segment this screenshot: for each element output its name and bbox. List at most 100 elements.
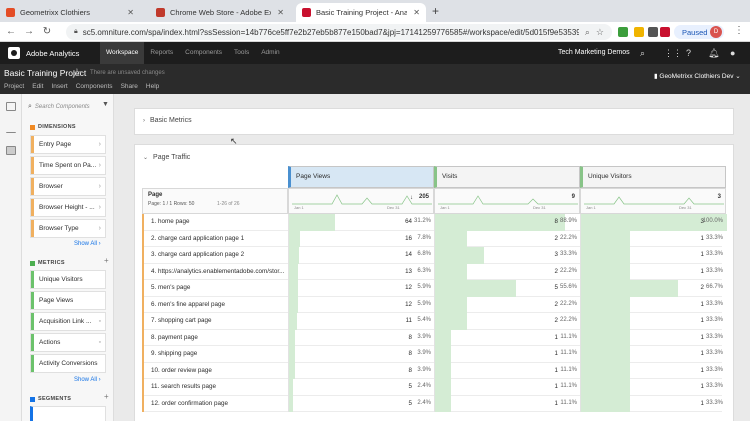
close-tab-icon[interactable]: ✕ <box>413 8 420 17</box>
menu-share[interactable]: Share <box>117 81 142 92</box>
panel-header[interactable]: › Basic Metrics <box>143 117 192 124</box>
favorite-star-icon[interactable]: ☆ <box>72 66 82 79</box>
visits-cell[interactable]: 1 11.1% <box>434 329 580 346</box>
menu-insert[interactable]: Insert <box>47 81 71 92</box>
table-row[interactable]: 10. order review page 8 3.9% 1 11.1% 1 33.3% <box>142 362 723 379</box>
extension-icon[interactable] <box>648 27 658 37</box>
segment-item[interactable] <box>30 406 106 421</box>
unique-visitors-cell[interactable]: 1 33.3% <box>580 296 726 313</box>
page-views-cell[interactable]: 13 6.3% <box>288 263 434 280</box>
page-views-cell[interactable]: 8 3.9% <box>288 329 434 346</box>
visits-cell[interactable]: 1 11.1% <box>434 379 580 396</box>
menu-help[interactable]: Help <box>142 81 163 92</box>
back-arrow-icon[interactable]: ← <box>2 26 20 37</box>
visits-cell[interactable]: 3 33.3% <box>434 247 580 264</box>
dimension-browser-type[interactable]: Browser Type › <box>30 219 106 238</box>
visits-cell[interactable]: 1 11.1% <box>434 395 580 412</box>
search-icon[interactable]: ⌕ <box>640 48 645 59</box>
browser-tab-geometrixx[interactable]: Geometrixx Clothiers ✕ <box>0 3 140 22</box>
table-row[interactable]: 2. charge card application page 1 16 7.8% 2… <box>142 230 723 247</box>
table-row[interactable]: 12. order confirmation page 5 2.4% 1 11.1% 1 3… <box>142 395 723 412</box>
visits-cell[interactable]: 5 55.6% <box>434 280 580 297</box>
menu-edit[interactable]: Edit <box>28 81 47 92</box>
new-tab-icon[interactable]: + <box>432 4 439 18</box>
filter-icon[interactable]: ▼ <box>102 101 109 108</box>
bookmark-star-icon[interactable]: ☆ <box>596 27 604 38</box>
visits-cell[interactable]: 2 22.2% <box>434 263 580 280</box>
dimension-browser-height[interactable]: Browser Height - ... › <box>30 198 106 217</box>
unique-visitors-cell[interactable]: 1 33.3% <box>580 346 726 363</box>
components-icon[interactable] <box>6 146 16 155</box>
reload-icon[interactable]: ↻ <box>38 26 56 37</box>
page-views-cell[interactable]: 64 31.2% <box>288 214 434 231</box>
search-icon[interactable]: ⌕ <box>585 27 590 38</box>
unique-visitors-cell[interactable]: 1 33.3% <box>580 230 726 247</box>
panel-header[interactable]: ⌄ Page Traffic <box>143 154 190 161</box>
menu-components[interactable]: Components <box>72 81 117 92</box>
chrome-menu-icon[interactable]: ⋮ <box>734 25 744 36</box>
org-name[interactable]: Tech Marketing Demos <box>558 42 630 64</box>
nav-reports[interactable]: Reports <box>144 42 179 64</box>
help-icon[interactable]: ? <box>686 48 691 58</box>
table-row[interactable]: 8. payment page 8 3.9% 1 11.1% 1 33.3% <box>142 329 723 346</box>
metric-page-views[interactable]: Page Views <box>30 291 106 310</box>
page-views-cell[interactable]: 5 2.4% <box>288 395 434 412</box>
metric-activity-conversions[interactable]: Activity Conversions <box>30 354 106 373</box>
notification-bell-icon[interactable]: 🔔︎ <box>708 48 719 59</box>
close-tab-icon[interactable]: ✕ <box>127 8 134 17</box>
browser-tab-chrome-web-store[interactable]: Chrome Web Store - Adobe Ex ✕ <box>150 3 290 22</box>
visualizations-icon[interactable] <box>6 124 16 133</box>
panels-icon[interactable] <box>6 102 16 111</box>
unique-visitors-cell[interactable]: 1 33.3% <box>580 313 726 330</box>
report-suite-selector[interactable]: ▮ GeoMetrixx Clothiers Dev ⌄ <box>654 72 741 80</box>
add-metric-icon[interactable]: + <box>104 256 109 265</box>
component-search-input[interactable]: ⌕ Search Components <box>28 101 106 113</box>
sort-desc-icon[interactable]: ↓ <box>410 195 413 201</box>
page-views-cell[interactable]: 11 5.4% <box>288 313 434 330</box>
add-segment-icon[interactable]: + <box>104 392 109 401</box>
table-row[interactable]: 3. charge card application page 2 14 6.8% 3… <box>142 247 723 264</box>
adobe-extension-icon[interactable] <box>660 27 670 37</box>
unique-visitors-cell[interactable]: 1 33.3% <box>580 395 726 412</box>
unique-visitors-cell[interactable]: 1 33.3% <box>580 247 726 264</box>
adobe-analytics-logo-icon[interactable] <box>8 47 20 59</box>
metric-unique-visitors[interactable]: Unique Visitors <box>30 270 106 289</box>
unique-visitors-cell[interactable]: 1 33.3% <box>580 329 726 346</box>
table-row[interactable]: 4. https://analytics.enablementadobe.com… <box>142 263 723 280</box>
close-tab-icon[interactable]: ✕ <box>277 8 284 17</box>
table-row[interactable]: 11. search results page 5 2.4% 1 11.1% 1 33.3% <box>142 379 723 396</box>
visits-cell[interactable]: 1 11.1% <box>434 346 580 363</box>
unique-visitors-cell[interactable]: 3 100.0% <box>580 214 727 231</box>
page-views-cell[interactable]: 8 3.9% <box>288 346 434 363</box>
page-views-cell[interactable]: 5 2.4% <box>288 379 434 396</box>
metric-acquisition-link[interactable]: Acquisition Link ... ▫ <box>30 312 106 331</box>
table-row[interactable]: 6. men's fine apparel page 12 5.9% 2 22.2% 1 3… <box>142 296 723 313</box>
column-header-page-views[interactable]: Page Views <box>288 166 434 188</box>
metrics-show-all-link[interactable]: Show All › <box>74 377 101 383</box>
extension-icon[interactable] <box>634 27 644 37</box>
visits-cell[interactable]: 1 11.1% <box>434 362 580 379</box>
table-row[interactable]: 1. home page 64 31.2% 8 88.9% 3 100.0% <box>142 214 727 231</box>
nav-components[interactable]: Components <box>179 42 228 64</box>
nav-workspace[interactable]: Workspace <box>100 42 145 64</box>
dimension-browser[interactable]: Browser › <box>30 177 106 196</box>
page-views-cell[interactable]: 12 5.9% <box>288 296 434 313</box>
dimension-time-spent[interactable]: Time Spent on Pa... › <box>30 156 106 175</box>
profile-paused-button[interactable]: Paused D <box>674 25 724 39</box>
menu-project[interactable]: Project <box>0 81 28 92</box>
forward-arrow-icon[interactable]: → <box>20 26 38 37</box>
page-views-cell[interactable]: 16 7.8% <box>288 230 434 247</box>
metric-actions[interactable]: Actions ▫ <box>30 333 106 352</box>
extension-icon[interactable] <box>618 27 628 37</box>
page-views-cell[interactable]: 14 6.8% <box>288 247 434 264</box>
visits-cell[interactable]: 2 22.2% <box>434 230 580 247</box>
column-header-visits[interactable]: Visits <box>434 166 580 188</box>
unique-visitors-cell[interactable]: 1 33.3% <box>580 263 726 280</box>
unique-visitors-cell[interactable]: 2 66.7% <box>580 280 726 297</box>
unique-visitors-cell[interactable]: 1 33.3% <box>580 379 726 396</box>
unique-visitors-cell[interactable]: 1 33.3% <box>580 362 726 379</box>
visits-cell[interactable]: 2 22.2% <box>434 313 580 330</box>
table-row[interactable]: 5. men's page 12 5.9% 5 55.6% 2 66.7% <box>142 280 723 297</box>
dimension-header[interactable]: Page Page: 1 / 1 Rows: 50 1-26 of 26 <box>142 188 288 214</box>
url-field[interactable]: 🔒︎ sc5.omniture.com/spa/index.html?ssSes… <box>66 24 612 40</box>
